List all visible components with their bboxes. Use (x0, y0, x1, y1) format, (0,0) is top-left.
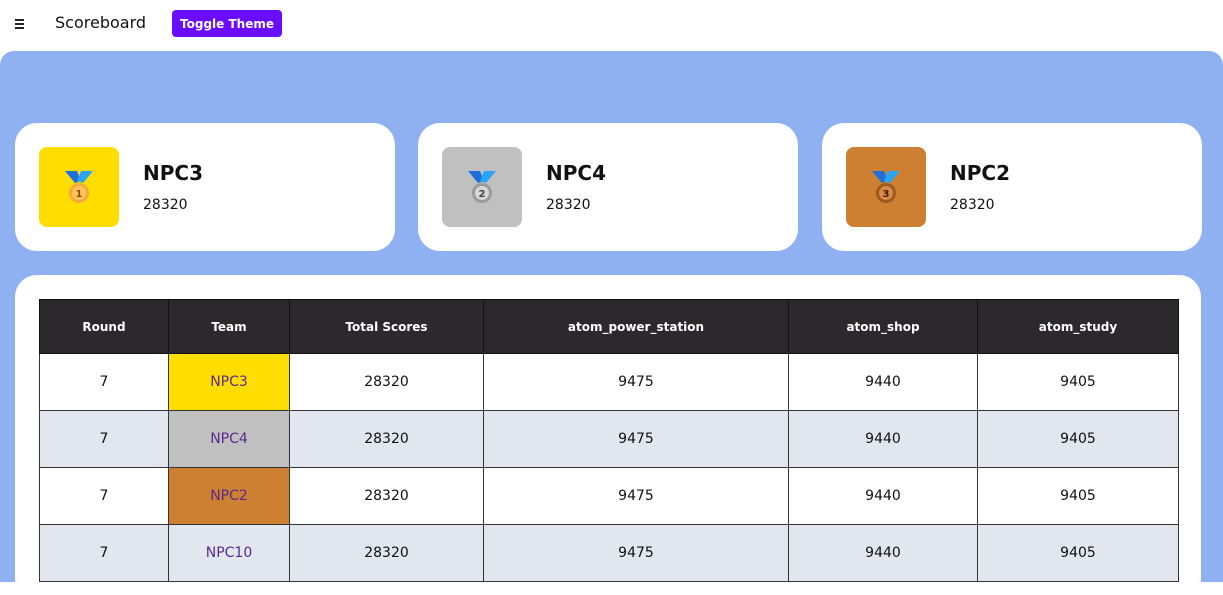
column-header-atom-power-station[interactable]: atom_power_station (483, 299, 789, 354)
cell-atom-power-station: 9475 (483, 524, 789, 582)
podium-card-third: 3 NPC2 28320 (822, 123, 1202, 251)
cell-team: NPC3 (168, 353, 290, 411)
cell-team: NPC10 (168, 524, 290, 582)
podium-team-score: 28320 (950, 197, 995, 213)
cell-atom-shop: 9440 (788, 467, 978, 525)
table-header-row: Round Team Total Scores atom_power_stati… (39, 299, 1179, 354)
cell-total-scores: 28320 (289, 467, 484, 525)
cell-total-scores: 28320 (289, 353, 484, 411)
cell-atom-shop: 9440 (788, 410, 978, 468)
scoreboard-main: 1 NPC3 28320 2 NPC4 28320 3 NPC2 28320 R… (0, 51, 1223, 595)
bronze-medal-icon: 3 (872, 171, 900, 203)
gold-medal-tile: 1 (39, 147, 119, 227)
table-row: 7 NPC2 28320 9475 9440 9405 (39, 467, 1179, 525)
cell-atom-power-station: 9475 (483, 467, 789, 525)
silver-medal-icon: 2 (468, 171, 496, 203)
column-header-atom-study[interactable]: atom_study (977, 299, 1179, 354)
column-header-team[interactable]: Team (168, 299, 290, 354)
podium-team-name: NPC2 (950, 161, 1010, 185)
column-header-total-scores[interactable]: Total Scores (289, 299, 484, 354)
podium-card-second: 2 NPC4 28320 (418, 123, 798, 251)
cell-round: 7 (39, 410, 169, 468)
toggle-theme-button[interactable]: Toggle Theme (172, 10, 282, 37)
cell-total-scores: 28320 (289, 524, 484, 582)
bronze-medal-tile: 3 (846, 147, 926, 227)
hamburger-menu-icon[interactable] (15, 14, 29, 30)
cell-atom-study: 9405 (977, 467, 1179, 525)
podium-card-first: 1 NPC3 28320 (15, 123, 395, 251)
podium-team-score: 28320 (546, 197, 591, 213)
cell-team: NPC4 (168, 410, 290, 468)
cell-atom-shop: 9440 (788, 524, 978, 582)
cell-total-scores: 28320 (289, 410, 484, 468)
cell-atom-power-station: 9475 (483, 353, 789, 411)
table-row: 7 NPC4 28320 9475 9440 9405 (39, 410, 1179, 468)
cell-atom-study: 9405 (977, 353, 1179, 411)
podium-team-score: 28320 (143, 197, 188, 213)
scores-table: Round Team Total Scores atom_power_stati… (39, 299, 1179, 582)
cell-atom-power-station: 9475 (483, 410, 789, 468)
cell-round: 7 (39, 353, 169, 411)
podium-team-name: NPC4 (546, 161, 606, 185)
svg-text:3: 3 (883, 189, 890, 200)
cell-atom-shop: 9440 (788, 353, 978, 411)
gold-medal-icon: 1 (65, 171, 93, 203)
cell-round: 7 (39, 467, 169, 525)
table-row: 7 NPC3 28320 9475 9440 9405 (39, 353, 1179, 411)
cell-atom-study: 9405 (977, 524, 1179, 582)
column-header-atom-shop[interactable]: atom_shop (788, 299, 978, 354)
svg-text:2: 2 (479, 189, 486, 200)
silver-medal-tile: 2 (442, 147, 522, 227)
podium-team-name: NPC3 (143, 161, 203, 185)
cell-atom-study: 9405 (977, 410, 1179, 468)
svg-text:1: 1 (76, 189, 83, 200)
column-header-round[interactable]: Round (39, 299, 169, 354)
table-row: 7 NPC10 28320 9475 9440 9405 (39, 524, 1179, 582)
cell-team: NPC2 (168, 467, 290, 525)
top-bar: Scoreboard Toggle Theme (0, 0, 1223, 51)
app-title: Scoreboard (55, 13, 147, 32)
scores-table-panel: Round Team Total Scores atom_power_stati… (15, 275, 1201, 595)
cell-round: 7 (39, 524, 169, 582)
